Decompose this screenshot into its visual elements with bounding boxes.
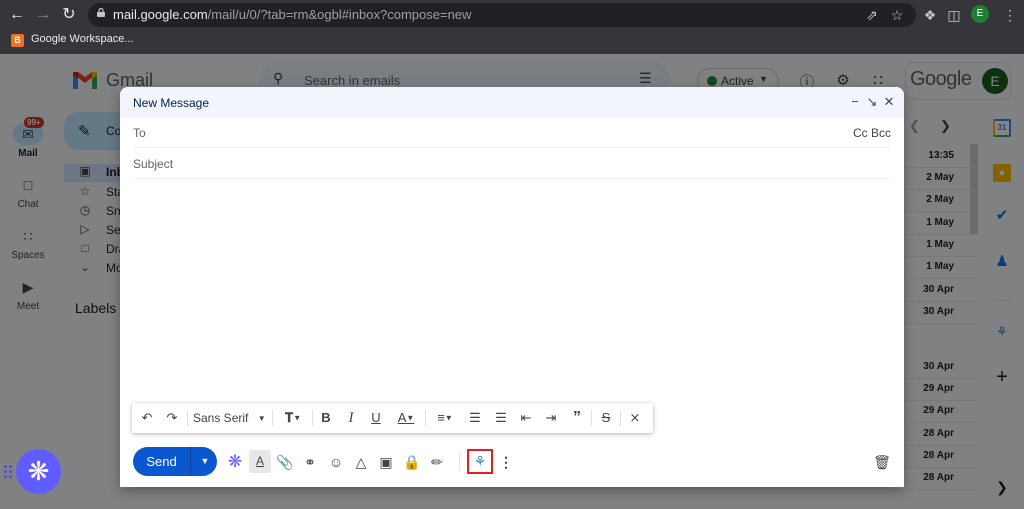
divider bbox=[272, 410, 273, 426]
drag-handle-icon[interactable] bbox=[4, 465, 12, 479]
bookmarks-bar: B Google Workspace... bbox=[0, 30, 1024, 54]
divider bbox=[620, 410, 621, 426]
close-icon[interactable]: ✕ bbox=[882, 94, 896, 110]
formatting-options-icon[interactable]: A bbox=[249, 450, 271, 473]
bold-icon[interactable]: B bbox=[317, 409, 335, 427]
send-button[interactable]: Send bbox=[133, 447, 190, 476]
compose-header[interactable]: New Message − ↘ ✕ bbox=[120, 87, 904, 118]
compose-title: New Message bbox=[133, 96, 210, 110]
divider bbox=[187, 410, 188, 426]
italic-icon[interactable]: I bbox=[342, 409, 360, 427]
addon-button-highlighted[interactable]: ⚘ bbox=[467, 449, 493, 474]
align-icon[interactable]: ≡▼ bbox=[431, 409, 459, 427]
undo-icon[interactable]: ↶ bbox=[138, 409, 156, 427]
share-icon[interactable]: ⇗ bbox=[862, 5, 882, 25]
divider bbox=[459, 453, 460, 471]
blogger-icon: B bbox=[11, 34, 24, 47]
chevron-down-icon: ▼ bbox=[293, 413, 302, 423]
chevron-down-icon: ▼ bbox=[200, 456, 210, 466]
indent-more-icon[interactable]: ⇥ bbox=[542, 409, 560, 427]
redo-icon[interactable]: ↷ bbox=[163, 409, 181, 427]
divider bbox=[425, 410, 426, 426]
text-color-icon[interactable]: A▼ bbox=[392, 409, 420, 427]
formatting-toolbar: ↶ ↷ Sans Serif ▼ 𝐓▼ B I U A▼ ≡▼ ☰ ☰ ⇤ ⇥ … bbox=[132, 403, 653, 433]
url-host: mail.google.com bbox=[113, 7, 208, 22]
underline-icon[interactable]: U bbox=[367, 409, 385, 427]
divider bbox=[190, 447, 191, 476]
divider bbox=[312, 410, 313, 426]
signature-icon[interactable]: ✏ bbox=[427, 452, 447, 472]
font-select[interactable]: Sans Serif ▼ bbox=[193, 409, 267, 427]
subject-field[interactable] bbox=[133, 153, 833, 175]
attach-icon[interactable]: 📎 bbox=[275, 452, 295, 472]
send-button-group: Send ▼ bbox=[133, 447, 217, 476]
message-body[interactable] bbox=[133, 183, 891, 398]
to-row: To Cc Bcc bbox=[133, 118, 891, 148]
strikethrough-icon[interactable]: S bbox=[597, 409, 615, 427]
assistant-fab[interactable]: ❋ bbox=[16, 449, 61, 494]
profile-avatar[interactable]: E bbox=[971, 5, 989, 23]
indent-less-icon[interactable]: ⇤ bbox=[517, 409, 535, 427]
to-field[interactable] bbox=[157, 122, 837, 144]
drive-icon[interactable]: △ bbox=[351, 452, 371, 472]
lock-icon[interactable] bbox=[97, 8, 105, 17]
sparkle-icon: ❋ bbox=[27, 456, 50, 486]
chevron-down-icon: ▼ bbox=[444, 413, 453, 423]
menu-icon[interactable]: ⋮ bbox=[1000, 5, 1020, 25]
confidential-mode-icon[interactable]: 🔒 bbox=[402, 452, 422, 472]
compose-window: New Message − ↘ ✕ To Cc Bcc ↶ ↷ Sans Ser… bbox=[120, 87, 904, 487]
text-size-icon: 𝐓 bbox=[284, 410, 294, 425]
chevron-down-icon: ▼ bbox=[257, 413, 266, 423]
emoji-icon[interactable]: ☺ bbox=[326, 452, 346, 472]
forward-icon[interactable]: → bbox=[32, 4, 54, 26]
link-icon[interactable]: ⚭ bbox=[300, 452, 320, 472]
bookmark-google-workspace[interactable]: Google Workspace... bbox=[31, 33, 134, 45]
extensions-icon[interactable]: ❖ bbox=[920, 5, 940, 25]
browser-toolbar: ← → ↻ mail.google.com/mail/u/0/?tab=rm&o… bbox=[0, 0, 1024, 30]
reload-icon[interactable]: ↻ bbox=[58, 4, 80, 26]
insert-photo-icon[interactable]: ▣ bbox=[376, 452, 396, 472]
to-label: To bbox=[133, 126, 146, 140]
subject-row bbox=[133, 149, 891, 179]
schedule-send-dropdown[interactable]: ▼ bbox=[193, 447, 217, 476]
url-text[interactable]: mail.google.com/mail/u/0/?tab=rm&ogbl#in… bbox=[113, 7, 471, 22]
remove-formatting-icon[interactable]: ⨯ bbox=[626, 409, 644, 427]
minimize-icon[interactable]: − bbox=[848, 94, 862, 110]
bulleted-list-icon[interactable]: ☰ bbox=[492, 409, 510, 427]
browser-chrome: ← → ↻ mail.google.com/mail/u/0/?tab=rm&o… bbox=[0, 0, 1024, 54]
sparkle-icon[interactable]: ❋ bbox=[225, 452, 245, 472]
numbered-list-icon[interactable]: ☰ bbox=[466, 409, 484, 427]
chevron-down-icon: ▼ bbox=[406, 413, 415, 423]
font-size-select[interactable]: 𝐓▼ bbox=[278, 409, 308, 427]
back-icon[interactable]: ← bbox=[6, 4, 28, 26]
star-icon[interactable]: ☆ bbox=[887, 5, 907, 25]
url-path: /mail/u/0/?tab=rm&ogbl#inbox?compose=new bbox=[207, 7, 472, 22]
trash-icon[interactable]: 🗑 bbox=[872, 452, 892, 472]
more-options-icon[interactable]: ⋮ bbox=[496, 452, 516, 472]
addon-icon: ⚘ bbox=[473, 453, 487, 469]
font-name: Sans Serif bbox=[193, 411, 249, 425]
side-panel-icon[interactable]: ◫ bbox=[944, 5, 964, 25]
quote-icon[interactable]: ” bbox=[568, 409, 586, 427]
divider bbox=[591, 410, 592, 426]
cc-bcc-link[interactable]: Cc Bcc bbox=[853, 126, 891, 140]
exit-fullscreen-icon[interactable]: ↘ bbox=[865, 94, 879, 110]
